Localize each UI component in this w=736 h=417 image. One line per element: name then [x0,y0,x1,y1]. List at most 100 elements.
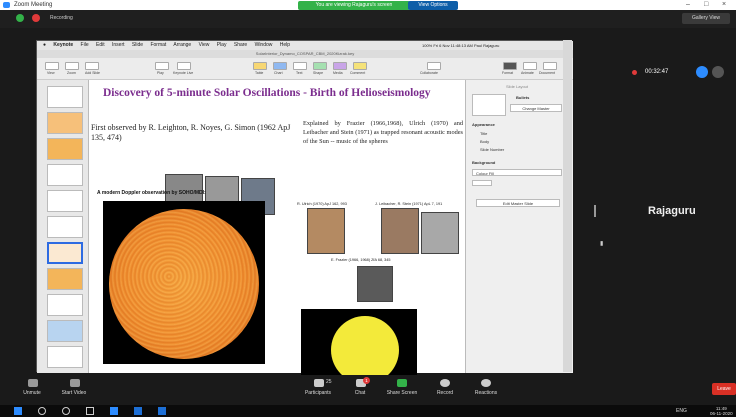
collaborate-button[interactable] [427,62,441,70]
slide-thumbnail[interactable] [47,216,83,238]
share-screen-icon[interactable] [397,379,407,387]
document-title: SolarInterior_Dynamo_COSPAR_CBM_2020Kizr… [37,50,573,58]
reactions-button[interactable]: Reactions [466,390,506,396]
menu-item[interactable]: Slide [132,42,143,48]
menu-item[interactable]: Arrange [173,42,191,48]
language-indicator[interactable]: ENG [676,408,687,414]
participants-button[interactable]: Participants [298,390,338,396]
edit-master-slide-button[interactable]: Edit Master Slide [476,199,560,207]
animate-button[interactable] [523,62,537,70]
photo-ulrich [307,208,345,254]
clock[interactable]: 11:49 06-11-2020 [710,406,733,416]
document-button[interactable] [543,62,557,70]
play-button[interactable] [155,62,169,70]
change-master-button[interactable]: Change Master [510,104,562,112]
toolbar-label: Format [502,71,514,75]
menu-item[interactable]: Keynote [53,42,73,48]
menu-item[interactable]: Play [217,42,227,48]
menu-item[interactable]: View [199,42,210,48]
zoom-taskbar-icon[interactable] [134,407,142,415]
shield-icon[interactable] [16,14,24,22]
menu-item[interactable]: Insert [112,42,125,48]
close-icon[interactable]: × [722,0,726,10]
slide-thumbnail[interactable] [47,112,83,134]
share-screen-button[interactable]: Share Screen [382,390,422,396]
unmute-button[interactable]: Unmute [12,390,52,396]
option-body[interactable]: Body [480,139,489,144]
slide-right-text: Explained by Frazier (1966,1968), Ulrich… [303,120,463,145]
mac-dock-strip [563,40,572,372]
chat-button[interactable]: Chat [340,390,380,396]
slide-title: Discovery of 5-minute Solar Oscillations… [103,87,431,99]
app-icon[interactable] [158,407,166,415]
start-icon[interactable] [14,407,22,415]
slide-thumbnail[interactable] [47,164,83,186]
photo-stein [421,212,459,254]
slide-thumbnail[interactable] [47,86,83,108]
add-slide-button[interactable] [85,62,99,70]
zoom-bottom-toolbar: Unmute Start Video 25 Participants 1 Cha… [0,375,736,405]
keynote-live-button[interactable] [177,62,191,70]
toolbar-label: Add Slide [85,71,100,75]
format-inspector: Slide Layout Bullets Change Master Appea… [465,80,573,373]
menu-item[interactable]: File [81,42,89,48]
mic-icon[interactable] [712,66,724,78]
slide-thumbnail[interactable] [47,190,83,212]
start-video-button[interactable]: Start Video [54,390,94,396]
sun-texture [109,209,259,359]
option-slide-number[interactable]: Slide Number [480,147,504,152]
menu-item[interactable]: Format [150,42,166,48]
menu-item[interactable]: Edit [96,42,105,48]
option-title[interactable]: Title [480,131,487,136]
window-title: Zoom Meeting [14,2,53,8]
color-well[interactable] [472,180,492,186]
text-button[interactable] [293,62,307,70]
view-options-button[interactable]: View Options [408,1,458,10]
layout-preview [472,94,506,116]
record-icon [32,14,40,22]
yellow-sun-disk [331,316,399,384]
zoom-select[interactable] [65,62,79,70]
record-button-icon[interactable] [440,379,450,387]
colour-fill-select[interactable]: Colour Fill [472,169,562,176]
menu-item[interactable]: Window [255,42,273,48]
clock-date: 06-11-2020 [710,411,733,416]
chart-button[interactable] [273,62,287,70]
appearance-heading: Appearance [472,122,495,127]
share-banner: You are viewing Rajaguru's screen [298,1,410,10]
toolbar-label: Play [157,71,164,75]
gallery-view-button[interactable]: Gallery View [682,13,730,24]
format-button[interactable] [503,62,517,70]
search-icon[interactable] [38,407,46,415]
maximize-icon[interactable]: □ [704,0,708,10]
view-button[interactable] [45,62,59,70]
slide-thumbnail[interactable] [47,320,83,342]
slide-thumbnail-selected[interactable] [47,242,83,264]
slide-thumbnail[interactable] [47,138,83,160]
record-button[interactable]: Record [425,390,465,396]
media-button[interactable] [333,62,347,70]
slide-thumbnail[interactable] [47,346,83,368]
leave-button[interactable]: Leave [712,383,736,395]
apple-icon[interactable]: ● [43,42,46,48]
task-view-icon[interactable] [86,407,94,415]
comment-button[interactable] [353,62,367,70]
stop-icon[interactable] [696,66,708,78]
mic-muted-icon[interactable] [28,379,38,387]
menu-item[interactable]: Share [234,42,247,48]
recording-label: Recording [50,15,73,21]
menu-item[interactable]: Help [280,42,290,48]
video-off-icon[interactable] [70,379,80,387]
minimize-icon[interactable]: – [686,0,690,10]
table-button[interactable] [253,62,267,70]
app-icon[interactable] [110,407,118,415]
cortana-icon[interactable] [62,407,70,415]
participants-icon[interactable] [314,379,324,387]
shape-button[interactable] [313,62,327,70]
slide-canvas: Discovery of 5-minute Solar Oscillations… [89,80,465,410]
toolbar-label: Document [539,71,555,75]
slide-navigator [37,80,89,373]
slide-thumbnail[interactable] [47,268,83,290]
slide-thumbnail[interactable] [47,294,83,316]
reactions-icon[interactable] [481,379,491,387]
